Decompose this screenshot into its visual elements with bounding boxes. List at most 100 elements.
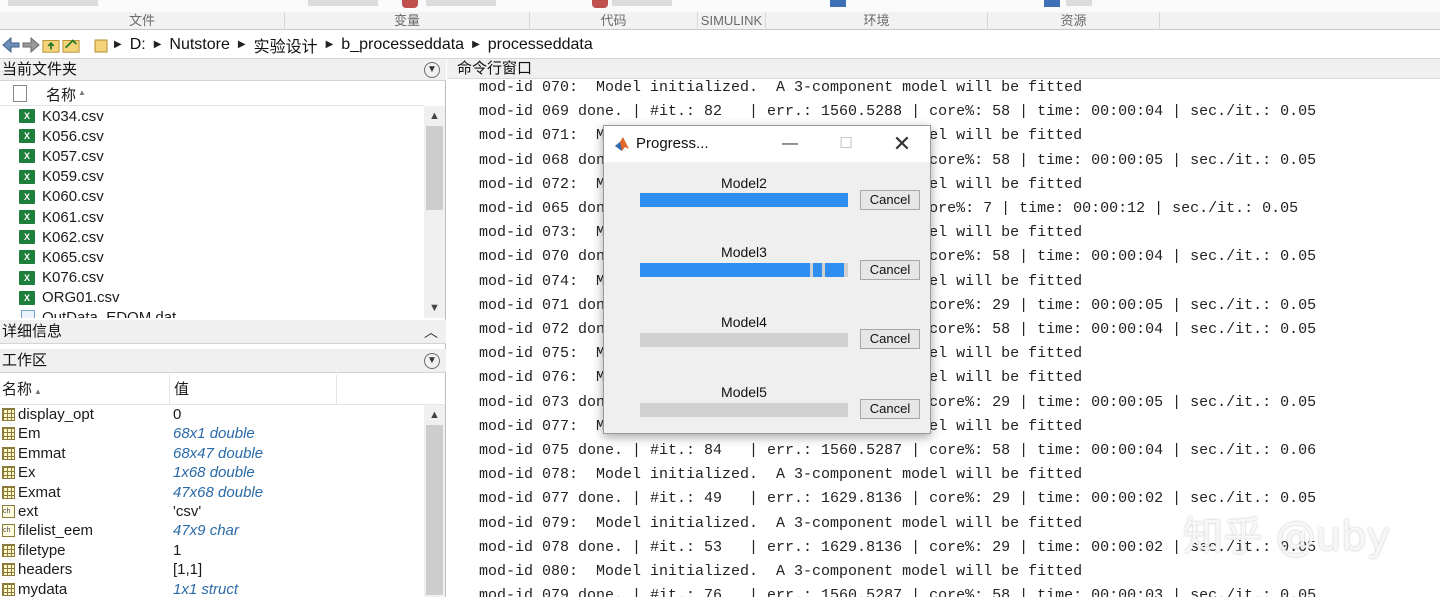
scrollbar-thumb[interactable] bbox=[426, 425, 443, 595]
folder-icon bbox=[92, 36, 110, 54]
output-line: mod-id 079: Model initialized. A 3-compo… bbox=[479, 514, 1083, 532]
table-row[interactable]: Emmat 68x47 double bbox=[0, 444, 424, 463]
panel-menu-icon[interactable]: ▼ bbox=[424, 353, 440, 369]
breadcrumb-drive[interactable]: D: bbox=[130, 36, 146, 54]
list-item[interactable]: X ORG01.csv bbox=[0, 288, 424, 308]
excel-file-icon: X bbox=[19, 210, 35, 225]
variable-value: 'csv' bbox=[173, 502, 202, 520]
name-column-header[interactable]: 名称 bbox=[46, 84, 76, 105]
file-list-scrollbar[interactable]: ▲ ▼ bbox=[424, 106, 445, 318]
file-name: K076.csv bbox=[42, 269, 104, 287]
cancel-button[interactable]: Cancel bbox=[860, 399, 920, 419]
cancel-button[interactable]: Cancel bbox=[860, 260, 920, 280]
list-item[interactable]: OutData_EDOM.dat bbox=[0, 308, 424, 318]
list-item[interactable]: X K034.csv bbox=[0, 106, 424, 126]
table-row[interactable]: headers [1,1] bbox=[0, 560, 424, 579]
file-name: K061.csv bbox=[42, 208, 104, 226]
back-icon[interactable] bbox=[2, 36, 20, 54]
excel-file-icon: X bbox=[19, 270, 35, 285]
variable-name: display_opt bbox=[18, 406, 94, 423]
value-column-header[interactable]: 值 bbox=[170, 375, 337, 405]
excel-file-icon: X bbox=[19, 109, 35, 124]
progress-gap bbox=[822, 263, 825, 277]
progress-bar bbox=[640, 403, 848, 417]
details-titlebar[interactable]: 详细信息 ︿ bbox=[0, 320, 446, 344]
scroll-up-icon[interactable]: ▲ bbox=[424, 407, 445, 423]
file-name: OutData_EDOM.dat bbox=[42, 309, 177, 318]
variable-icon bbox=[2, 543, 15, 557]
name-column-header[interactable]: 名称 ▲ bbox=[0, 375, 170, 405]
list-item[interactable]: X K061.csv bbox=[0, 207, 424, 227]
breadcrumb-nutstore[interactable]: Nutstore bbox=[169, 36, 229, 54]
scroll-up-icon[interactable]: ▲ bbox=[424, 108, 445, 124]
file-name: K056.csv bbox=[42, 127, 104, 145]
variable-name: headers bbox=[18, 561, 73, 579]
workspace-titlebar: 工作区 ▼ bbox=[0, 349, 446, 373]
variable-name: filetype bbox=[18, 541, 66, 559]
breadcrumb-b-processeddata[interactable]: b_processeddata bbox=[341, 36, 464, 54]
scrollbar-thumb[interactable] bbox=[426, 126, 443, 210]
close-icon[interactable]: ✕ bbox=[890, 132, 914, 156]
variable-name: Ex bbox=[18, 464, 36, 482]
list-item[interactable]: X K060.csv bbox=[0, 187, 424, 207]
table-row[interactable]: Ex 1x68 double bbox=[0, 463, 424, 482]
excel-file-icon: X bbox=[19, 290, 35, 305]
file-name: K057.csv bbox=[42, 147, 104, 165]
variable-name: mydata bbox=[18, 580, 68, 597]
char-variable-icon: ch bbox=[2, 524, 15, 538]
browse-folder-icon[interactable] bbox=[62, 36, 80, 54]
list-item[interactable]: X K056.csv bbox=[0, 126, 424, 146]
up-folder-icon[interactable] bbox=[42, 36, 60, 54]
excel-file-icon: X bbox=[19, 129, 35, 144]
minimize-icon[interactable]: — bbox=[778, 132, 802, 156]
path-separator-icon: ▶ bbox=[472, 39, 480, 50]
list-item[interactable]: X K059.csv bbox=[0, 167, 424, 187]
char-variable-icon: ch bbox=[2, 504, 15, 518]
chevron-up-icon[interactable]: ︿ bbox=[424, 320, 438, 344]
data-file-icon bbox=[21, 309, 35, 318]
breadcrumb-processeddata[interactable]: processeddata bbox=[488, 36, 593, 54]
file-name: K065.csv bbox=[42, 248, 104, 266]
dialog-title: Progress... bbox=[636, 135, 709, 152]
forward-icon[interactable] bbox=[22, 36, 40, 54]
list-item[interactable]: X K065.csv bbox=[0, 247, 424, 267]
ribbon-section-file: 文件 bbox=[0, 12, 285, 30]
table-row[interactable]: mydata 1x1 struct bbox=[0, 580, 424, 597]
dialog-titlebar[interactable]: Progress... — ☐ ✕ bbox=[604, 126, 930, 162]
scroll-down-icon[interactable]: ▼ bbox=[424, 300, 445, 316]
table-row[interactable]: ch ext 'csv' bbox=[0, 502, 424, 521]
list-item[interactable]: X K062.csv bbox=[0, 227, 424, 247]
variable-icon bbox=[2, 563, 15, 577]
variable-value: 1x68 double bbox=[173, 464, 255, 482]
table-row[interactable]: filetype 1 bbox=[0, 541, 424, 560]
table-row[interactable]: Exmat 47x68 double bbox=[0, 483, 424, 502]
file-list-header[interactable]: 名称 ▲ bbox=[0, 82, 424, 106]
left-panel: 当前文件夹 ▼ 名称 ▲ X K034.csv X K056.csv X K057.c… bbox=[0, 59, 446, 597]
list-item[interactable]: X K076.csv bbox=[0, 268, 424, 288]
sort-ascending-icon: ▲ bbox=[34, 387, 42, 396]
workspace-list: display_opt 0 Em 68x1 double Emmat 68x47 do… bbox=[0, 405, 424, 597]
variable-value: 68x47 double bbox=[173, 444, 264, 462]
struct-variable-icon bbox=[2, 582, 15, 596]
table-row[interactable]: ch filelist_eem 47x9 char bbox=[0, 521, 424, 540]
table-row[interactable]: Em 68x1 double bbox=[0, 424, 424, 443]
table-row[interactable]: display_opt 0 bbox=[0, 405, 424, 424]
cancel-button[interactable]: Cancel bbox=[860, 190, 920, 210]
excel-file-icon: X bbox=[19, 189, 35, 204]
excel-file-icon: X bbox=[19, 169, 35, 184]
variable-icon bbox=[2, 446, 15, 460]
workspace-scrollbar[interactable]: ▲ bbox=[424, 405, 445, 597]
variable-name: filelist_eem bbox=[18, 522, 94, 540]
workspace-header: 名称 ▲ 值 bbox=[0, 375, 446, 405]
variable-value: 47x9 char bbox=[173, 522, 239, 540]
model-label: Model2 bbox=[721, 175, 767, 191]
list-item[interactable]: X K057.csv bbox=[0, 146, 424, 166]
excel-file-icon: X bbox=[19, 250, 35, 265]
progress-bar bbox=[640, 333, 848, 347]
model-label: Model3 bbox=[721, 244, 767, 260]
cancel-button[interactable]: Cancel bbox=[860, 329, 920, 349]
panel-menu-icon[interactable]: ▼ bbox=[424, 62, 440, 78]
breadcrumb-experiment[interactable]: 实验设计 bbox=[254, 33, 318, 57]
variable-value: 47x68 double bbox=[173, 483, 264, 501]
sort-ascending-icon: ▲ bbox=[78, 88, 86, 97]
